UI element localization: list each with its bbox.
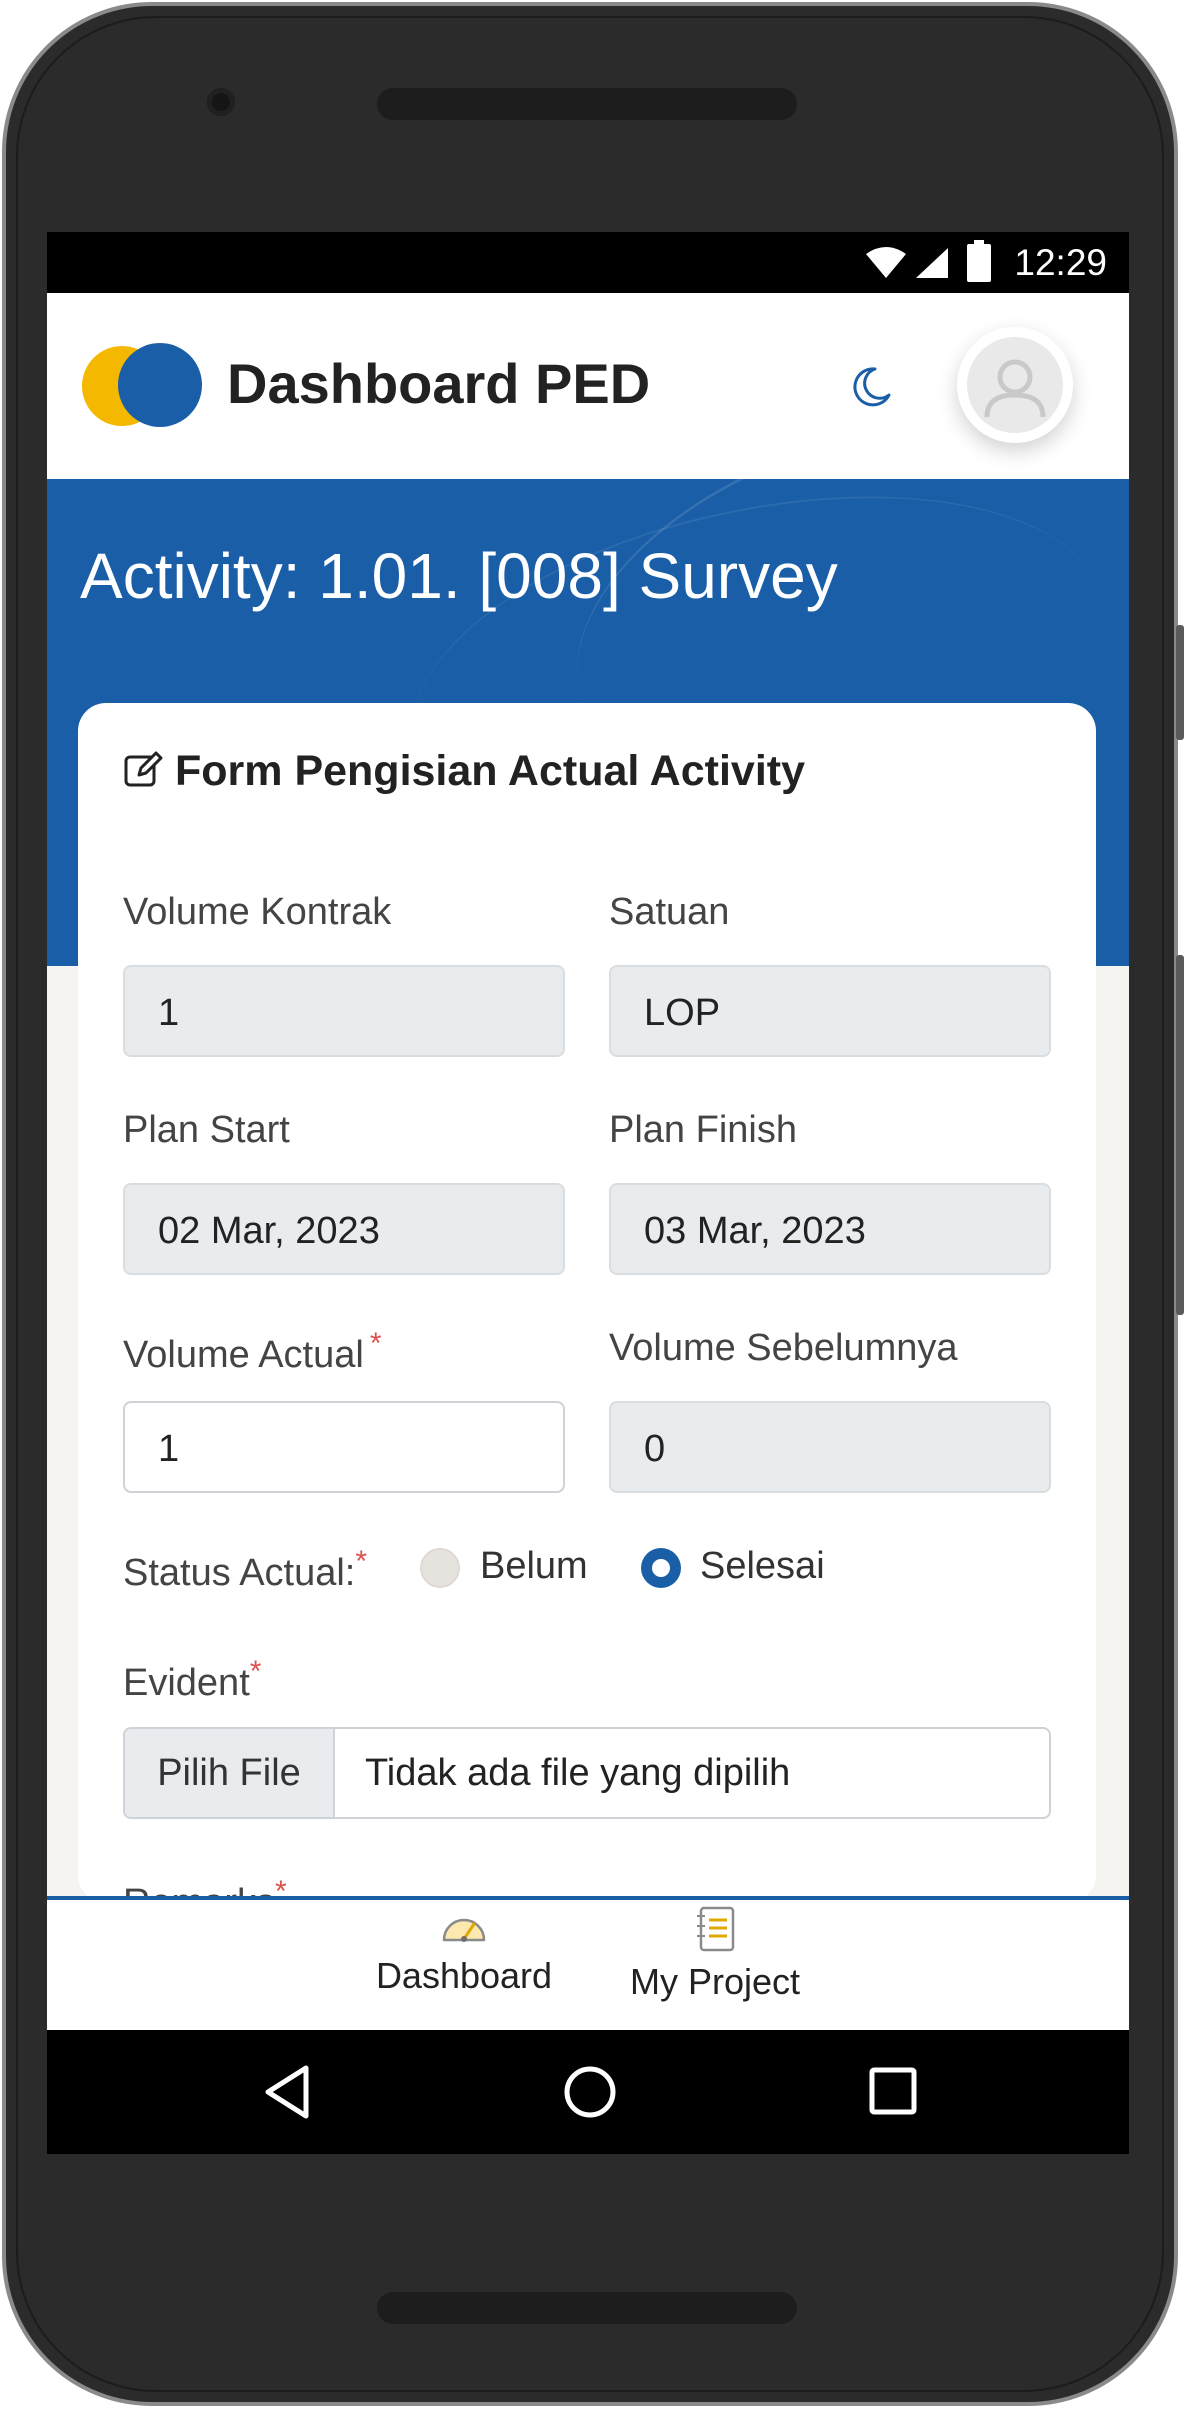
battery-icon <box>967 240 991 282</box>
volume-button <box>1176 955 1184 1315</box>
satuan-label: Satuan <box>609 891 730 933</box>
bottom-speaker <box>377 2292 797 2324</box>
home-icon[interactable] <box>562 2062 618 2122</box>
status-actual-label: Status Actual:* <box>123 1545 368 1594</box>
status-bar: 12:29 <box>47 232 1129 293</box>
plan-start-field[interactable]: 02 Mar, 2023 <box>123 1183 565 1275</box>
satuan-field[interactable]: LOP <box>609 965 1051 1057</box>
nav-my-project-label: My Project <box>629 1961 801 2002</box>
screen: 12:29 Dashboard PED Activity: 1.01. [008… <box>47 232 1129 2154</box>
evident-file-input[interactable]: Pilih File Tidak ada file yang dipilih <box>123 1727 1051 1819</box>
file-status-text: Tidak ada file yang dipilih <box>365 1752 791 1794</box>
radio-selesai[interactable] <box>641 1548 681 1588</box>
plan-start-label: Plan Start <box>123 1109 290 1151</box>
nav-dashboard-label: Dashboard <box>375 1955 553 1996</box>
radio-belum[interactable] <box>420 1548 460 1588</box>
signal-icon <box>916 248 948 278</box>
choose-file-button[interactable]: Pilih File <box>125 1729 335 1817</box>
app-logo[interactable] <box>82 343 202 427</box>
form-card: Form Pengisian Actual Activity Volume Ko… <box>78 703 1096 1924</box>
back-icon[interactable] <box>262 2062 312 2122</box>
radio-belum-label[interactable]: Belum <box>480 1545 588 1588</box>
wifi-icon <box>866 247 906 278</box>
speedometer-icon <box>442 1918 486 1942</box>
status-time: 12:29 <box>1014 242 1107 283</box>
notebook-icon <box>697 1906 735 1952</box>
app-header: Dashboard PED <box>47 293 1129 479</box>
bottom-navigation: Dashboard My Project <box>47 1896 1129 2030</box>
evident-label: Evident* <box>123 1655 262 1704</box>
front-camera <box>207 88 235 116</box>
form-title: Form Pengisian Actual Activity <box>123 747 805 796</box>
power-button <box>1176 625 1184 740</box>
required-mark: * <box>369 1327 382 1360</box>
edit-icon <box>124 751 163 787</box>
volume-actual-input[interactable]: 1 <box>123 1401 565 1493</box>
volume-sebelumnya-field[interactable]: 0 <box>609 1401 1051 1493</box>
volume-kontrak-field[interactable]: 1 <box>123 965 565 1057</box>
volume-sebelumnya-label: Volume Sebelumnya <box>609 1327 958 1369</box>
plan-finish-field[interactable]: 03 Mar, 2023 <box>609 1183 1051 1275</box>
app-title: Dashboard PED <box>227 352 651 415</box>
required-mark: * <box>355 1545 368 1578</box>
plan-finish-label: Plan Finish <box>609 1109 797 1151</box>
recents-icon[interactable] <box>868 2066 918 2118</box>
radio-selesai-label[interactable]: Selesai <box>700 1545 825 1588</box>
user-icon <box>984 359 1046 418</box>
required-mark: * <box>249 1655 262 1688</box>
avatar[interactable] <box>957 327 1073 443</box>
page-title: Activity: 1.01. [008] Survey <box>80 540 838 612</box>
volume-kontrak-label: Volume Kontrak <box>123 891 392 933</box>
moon-icon[interactable] <box>849 365 893 409</box>
earpiece-speaker <box>377 88 797 120</box>
form-title-text: Form Pengisian Actual Activity <box>175 747 806 795</box>
nav-my-project[interactable]: My Project <box>615 1906 815 2003</box>
volume-actual-label: Volume Actual * <box>123 1327 382 1376</box>
nav-dashboard[interactable]: Dashboard <box>364 1906 564 1997</box>
system-navigation-bar <box>47 2030 1129 2154</box>
